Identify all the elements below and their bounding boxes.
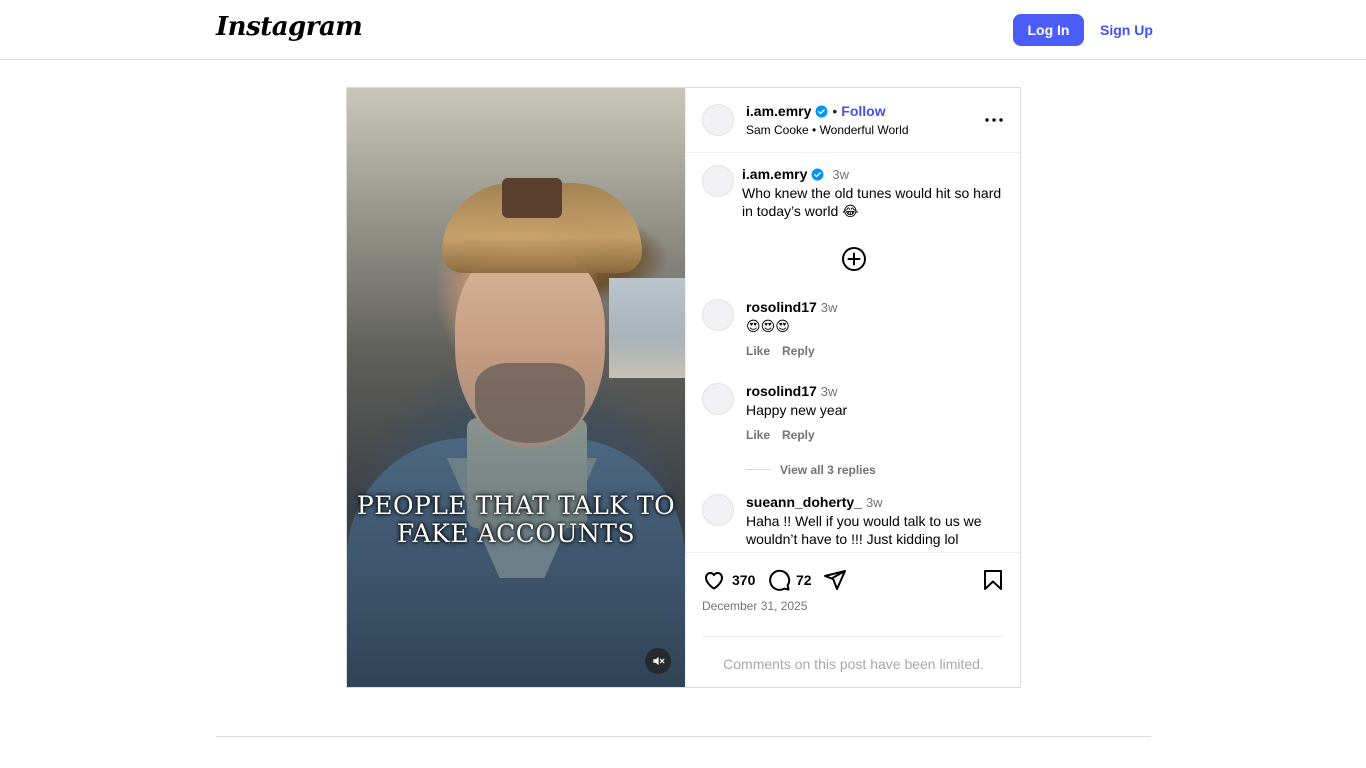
comment-username[interactable]: rosolind17 [746, 383, 817, 399]
comment-item: rosolind17 3w 😍😍😍 Like Reply [746, 299, 1006, 358]
share-icon[interactable] [823, 568, 847, 592]
comment-like-button[interactable]: Like [746, 344, 770, 358]
verified-badge-icon [811, 168, 824, 181]
footer-divider [216, 736, 1151, 737]
video-window-background [609, 278, 685, 378]
comment-time: 3w [820, 384, 838, 399]
author-avatar[interactable] [702, 104, 734, 136]
top-navigation-bar: Instagram Log In Sign Up [0, 0, 1366, 60]
log-in-button[interactable]: Log In [1013, 14, 1084, 46]
post-date[interactable]: December 31, 2025 [702, 599, 807, 613]
comments-list[interactable]: i.am.emry 3w Who knew the old tunes would… [686, 154, 1021, 552]
author-username[interactable]: i.am.emry [746, 103, 811, 119]
comment-item: rosolind17 3w Happy new year Like Reply [746, 383, 1006, 442]
comments-divider [702, 636, 1005, 637]
comment-reply-button[interactable]: Reply [782, 428, 815, 442]
comment-avatar[interactable] [702, 383, 734, 415]
comment-item: sueann_doherty_ 3w Haha !! Well if you wo… [746, 494, 1006, 548]
video-overlay-caption: PEOPLE THAT TALK TO FAKE ACCOUNTS [356, 491, 676, 548]
comment-text: 😍😍😍 [746, 318, 790, 334]
author-line: i.am.emry • Follow [746, 103, 886, 119]
comment-avatar[interactable] [702, 494, 734, 526]
post-card: PEOPLE THAT TALK TO FAKE ACCOUNTS i.am.e… [346, 87, 1021, 688]
follow-button[interactable]: Follow [841, 103, 885, 119]
sign-up-link[interactable]: Sign Up [1094, 14, 1159, 46]
comment-text: Haha !! Well if you would talk to us we … [746, 513, 982, 547]
replies-divider [746, 469, 770, 471]
comment-time: 3w [820, 300, 838, 315]
view-replies-row[interactable]: View all 3 replies [746, 461, 876, 479]
more-options-button[interactable] [982, 110, 1006, 130]
comment-avatar[interactable] [702, 299, 734, 331]
verified-badge-icon [815, 105, 828, 118]
comment-reply-button[interactable]: Reply [782, 344, 815, 358]
video-cap-patch [502, 178, 562, 218]
caption-time: 3w [832, 167, 849, 182]
comments-limited-notice: Comments on this post have been limited. [723, 656, 984, 672]
view-all-replies-link[interactable]: View all 3 replies [780, 463, 876, 477]
more-options-icon [985, 118, 1003, 122]
instagram-logo[interactable]: Instagram [216, 12, 363, 42]
post-video[interactable]: PEOPLE THAT TALK TO FAKE ACCOUNTS [347, 88, 685, 687]
caption-block: i.am.emry 3w Who knew the old tunes would… [742, 165, 1010, 220]
mute-toggle-button[interactable] [645, 648, 671, 674]
comment-username[interactable]: rosolind17 [746, 299, 817, 315]
post-header: i.am.emry • Follow Sam Cooke • Wonderful W… [686, 88, 1021, 153]
comments-count[interactable]: 72 [796, 572, 812, 588]
comment-text: Happy new year [746, 402, 848, 418]
comment-actions: Like Reply [746, 344, 1006, 358]
bookmark-icon[interactable] [981, 568, 1005, 592]
comment-icon[interactable] [767, 568, 791, 592]
comment-username[interactable]: sueann_doherty_ [746, 494, 862, 510]
comment-like-button[interactable]: Like [746, 428, 770, 442]
likes-count[interactable]: 370 [732, 572, 755, 588]
plus-circle-icon[interactable] [841, 246, 867, 272]
caption-username[interactable]: i.am.emry [742, 166, 807, 182]
post-sidebar: i.am.emry • Follow Sam Cooke • Wonderful W… [685, 88, 1021, 687]
audio-track-link[interactable]: Sam Cooke • Wonderful World [746, 123, 909, 137]
muted-speaker-icon [653, 656, 665, 666]
caption-avatar[interactable] [702, 165, 734, 197]
comment-time: 3w [865, 495, 883, 510]
post-actions-bar: 370 72 December 31, 2025 Comments on thi… [686, 552, 1021, 687]
video-beard-shape [475, 363, 585, 443]
caption-text: Who knew the old tunes would hit so hard… [742, 185, 1002, 219]
comment-actions: Like Reply [746, 428, 1006, 442]
separator-dot: • [832, 103, 838, 119]
heart-icon[interactable] [702, 568, 726, 592]
